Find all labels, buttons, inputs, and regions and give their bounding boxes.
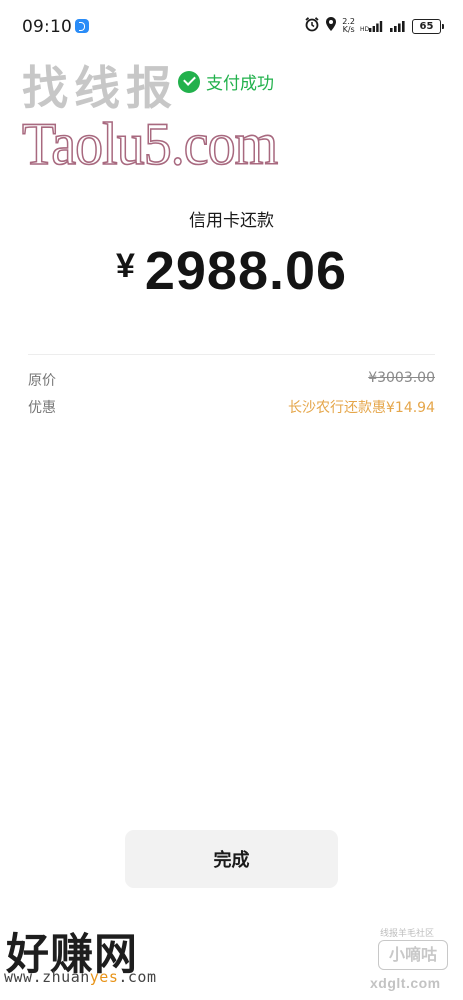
currency-symbol: ¥ [115, 247, 135, 285]
status-bar: 09:10 2.2 K/s HD 65 [0, 0, 463, 52]
network-speed: 2.2 K/s [342, 18, 355, 34]
watermark-xiaodigu-caption: 线报羊毛社区 [380, 929, 435, 939]
discount-value: 长沙农行还款惠¥14.94 [288, 400, 435, 416]
payment-status-text: 支付成功 [206, 74, 274, 94]
svg-text:HD: HD [360, 26, 370, 32]
payment-amount: ¥2988.06 [0, 240, 463, 302]
alarm-clock-icon [304, 16, 320, 36]
check-circle-icon [178, 70, 200, 93]
watermark-url-suffix: .com [118, 968, 157, 986]
payment-success-header: 支付成功 [178, 69, 274, 94]
trade-name: 信用卡还款 [189, 211, 274, 231]
original-price-label: 原价 [28, 373, 56, 389]
cellular-signal-icon: HD [360, 17, 384, 36]
done-button[interactable]: 完成 [125, 830, 338, 888]
network-speed-unit: K/s [342, 25, 355, 34]
status-time: 09:10 [22, 17, 72, 37]
divider [28, 354, 435, 355]
blue-app-icon [75, 19, 89, 33]
watermark-url-accent: yes [89, 968, 119, 986]
location-pin-icon [325, 16, 337, 36]
watermark-zhuanyes-url: www.zhuanyes.com [4, 968, 157, 986]
discount-label: 优惠 [28, 400, 56, 416]
watermark-taolu5: Taolu5.com [21, 110, 279, 179]
watermark-zhaoxianbao: 找线报 [22, 61, 178, 115]
watermark-url-prefix: www.zhuan [4, 968, 90, 986]
original-price-row: 原价 ¥3003.00 [28, 370, 435, 392]
status-icons: 2.2 K/s HD 65 [304, 14, 444, 38]
watermark-xiaodigu-badge: 小嘀咕 [378, 940, 448, 970]
amount-value: 2988.06 [144, 241, 348, 301]
battery-indicator: 65 [412, 18, 444, 34]
discount-row: 优惠 长沙农行还款惠¥14.94 [28, 397, 435, 419]
watermark-xiaodigu-url: xdglt.com [370, 975, 441, 991]
original-price-value: ¥3003.00 [368, 370, 435, 386]
cellular-signal-icon [389, 17, 407, 36]
